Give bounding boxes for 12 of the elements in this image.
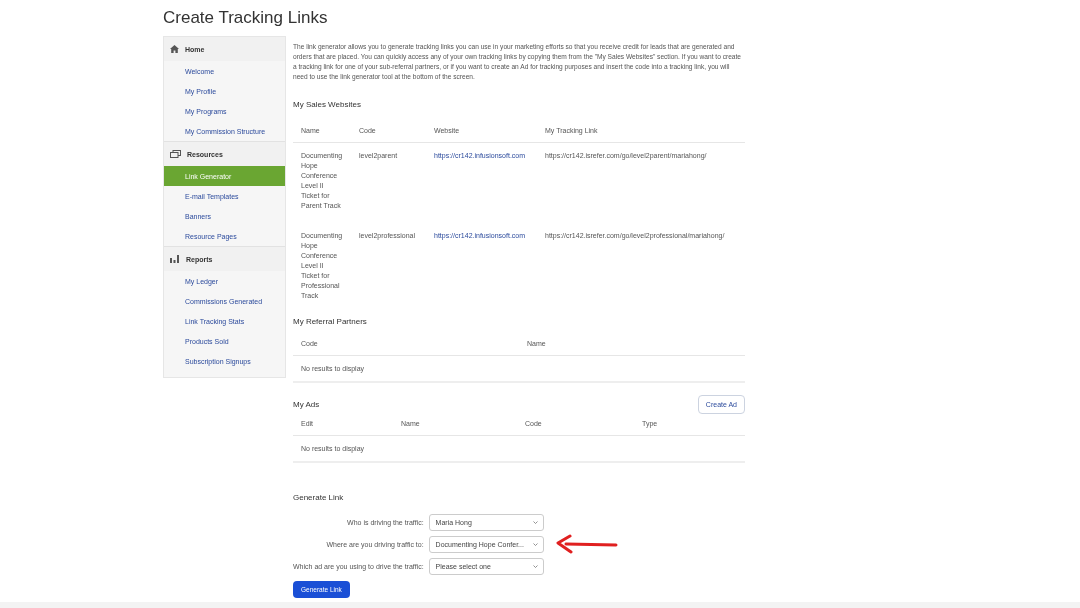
section-title: Generate Link: [293, 493, 345, 502]
section-title: My Ads: [293, 400, 320, 409]
section-title: My Sales Websites: [293, 100, 362, 109]
bar-chart-icon: [170, 255, 180, 263]
chevron-down-icon: [532, 521, 538, 524]
home-icon: [170, 45, 179, 53]
windows-icon: [170, 150, 181, 158]
page-title: Create Tracking Links: [163, 8, 329, 28]
chevron-down-icon: [532, 543, 538, 546]
arrow-drawing: [556, 534, 618, 554]
chevron-down-icon: [532, 565, 538, 568]
section-title: My Referral Partners: [293, 317, 368, 326]
